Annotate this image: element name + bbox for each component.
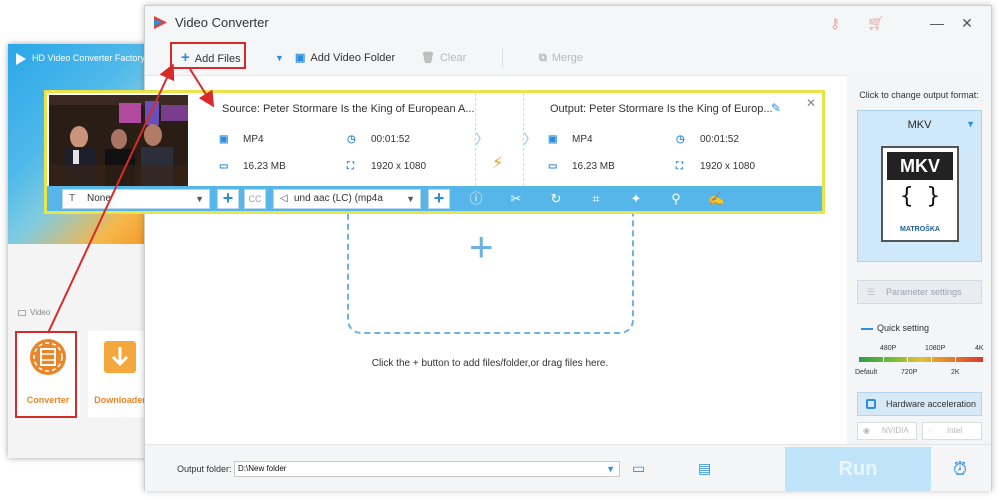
annotation-arrows	[47, 63, 215, 334]
